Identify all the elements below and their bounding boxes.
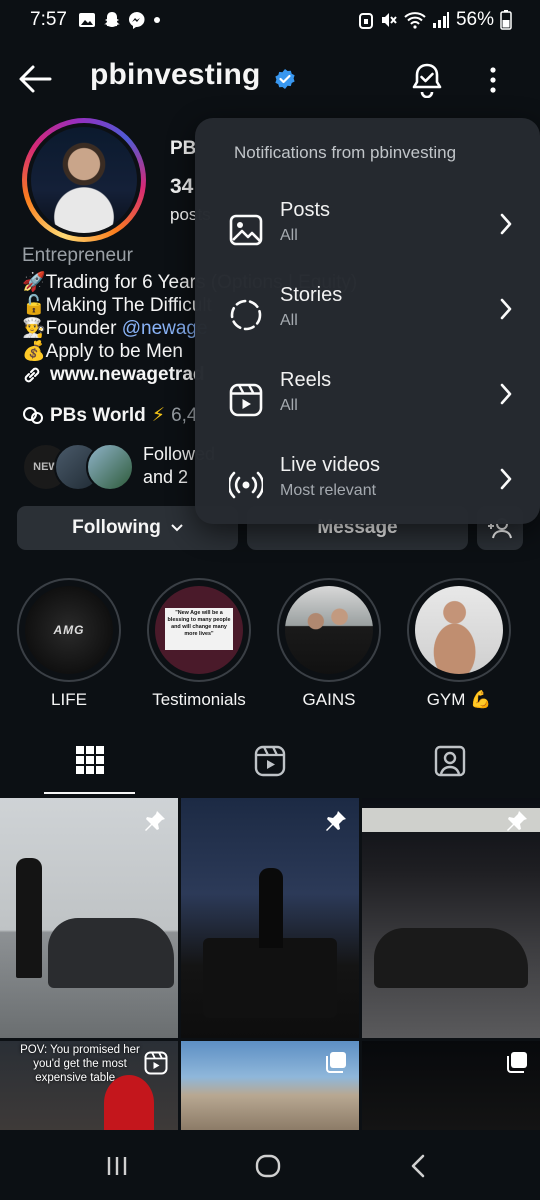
chevron-right-icon — [500, 468, 512, 490]
post-suv-shape — [203, 938, 337, 1018]
profile-display-name: PB — [170, 138, 197, 159]
pinned-icon — [507, 811, 527, 831]
rocket-emoji-icon: 🚀 — [22, 272, 46, 293]
bio-line-2: 🔓Making The Difficult — [22, 295, 212, 316]
snapchat-notification-icon — [104, 12, 120, 27]
menu-item-stories[interactable]: Stories All — [195, 278, 540, 358]
followed-by-line-2: and 2 — [143, 467, 189, 487]
back-arrow-icon[interactable] — [18, 64, 52, 94]
pinned-icon — [145, 811, 165, 831]
grid-post-6[interactable] — [362, 1041, 540, 1131]
system-navigation-bar — [0, 1130, 540, 1200]
highlight-label: GAINS — [302, 690, 356, 709]
chef-emoji-icon: 👨‍🍳 — [22, 318, 46, 339]
highlight-ring: "New Age will be a blessing to many peop… — [147, 578, 251, 682]
posts-count[interactable]: 34 — [170, 175, 193, 199]
notifications-menu: Notifications from pbinvesting Posts All… — [195, 118, 540, 524]
avatar-border — [27, 123, 141, 237]
highlight-testimonials[interactable]: "New Age will be a blessing to many peop… — [147, 578, 251, 710]
highlight-label: GYM 💪 — [426, 690, 492, 709]
home-icon[interactable] — [255, 1154, 281, 1178]
post-red-hoodie-shape — [104, 1075, 154, 1131]
profile-avatar[interactable] — [22, 118, 146, 242]
grid-tab-icon[interactable] — [76, 746, 104, 774]
bio-line-3: 👨‍🍳Founder @newage — [22, 318, 208, 339]
highlight-cover-amg: AMG — [25, 586, 113, 674]
followed-by-avatars[interactable]: NEW — [22, 443, 134, 491]
stories-dashed-circle-icon — [230, 299, 262, 331]
community-channel[interactable]: PBs World ⚡ 6,4 — [22, 404, 197, 427]
highlight-label: Testimonials — [152, 690, 246, 709]
reels-tab-icon[interactable] — [254, 745, 286, 777]
carousel-icon — [326, 1052, 346, 1073]
reels-icon — [229, 383, 263, 417]
chevron-right-icon — [500, 383, 512, 405]
wifi-icon — [404, 12, 426, 29]
highlight-label: LIFE — [51, 690, 87, 709]
highlight-ring: AMG — [17, 578, 121, 682]
profile-username: pbinvesting — [90, 58, 261, 91]
bio-line-4: 💰Apply to be Men — [22, 341, 183, 362]
pinned-icon — [326, 811, 346, 831]
post-car-shape — [48, 918, 174, 988]
link-icon — [24, 367, 40, 383]
lightning-emoji-icon: ⚡ — [151, 405, 166, 426]
menu-item-reels[interactable]: Reels All — [195, 363, 540, 443]
notification-bell-check-icon[interactable] — [410, 62, 444, 98]
grid-post-2[interactable] — [181, 798, 359, 1038]
status-bar: 7:57 56% — [0, 0, 540, 40]
post-person-shape — [259, 868, 283, 948]
lock-emoji-icon: 🔓 — [22, 295, 46, 316]
battery-icon — [500, 10, 512, 30]
chevron-right-icon — [500, 213, 512, 235]
chevron-right-icon — [500, 298, 512, 320]
highlight-gym[interactable]: GYM 💪 — [407, 578, 511, 710]
highlight-life[interactable]: AMG LIFE — [17, 578, 121, 710]
money-bag-emoji-icon: 💰 — [22, 341, 46, 362]
menu-title: Notifications from pbinvesting — [234, 143, 457, 162]
gallery-notification-icon — [79, 13, 95, 27]
dot-icon — [154, 17, 160, 23]
status-right: 56% — [358, 9, 512, 31]
profile-header: pbinvesting — [0, 40, 540, 120]
mute-icon — [381, 13, 397, 27]
battery-percent: 56% — [455, 9, 494, 30]
recent-apps-icon[interactable] — [106, 1156, 128, 1176]
highlight-gains[interactable]: GAINS — [277, 578, 381, 710]
highlight-cover-gym — [415, 586, 503, 674]
post-person-shape — [16, 858, 42, 978]
active-tab-indicator — [44, 792, 135, 794]
avatar-photo — [31, 127, 137, 233]
alarm-icon — [358, 13, 373, 29]
highlight-ring — [277, 578, 381, 682]
menu-item-live-videos[interactable]: Live videos Most relevant — [195, 448, 540, 528]
post-car-shape — [374, 928, 528, 988]
verified-badge-icon — [275, 69, 295, 89]
image-icon — [229, 214, 263, 246]
reel-icon — [144, 1051, 168, 1075]
signal-icon — [432, 12, 449, 28]
follower-avatar-3 — [86, 443, 134, 491]
grid-post-5[interactable] — [181, 1041, 359, 1131]
menu-item-posts[interactable]: Posts All — [195, 193, 540, 273]
grid-post-4-reel[interactable]: POV: You promised her you'd get the most… — [0, 1041, 178, 1131]
profile-website-link[interactable]: www.newagetrad — [22, 364, 205, 386]
highlight-ring — [407, 578, 511, 682]
profile-category: Entrepreneur — [22, 245, 133, 266]
highlight-cover-gains — [285, 586, 373, 674]
carousel-icon — [507, 1052, 527, 1073]
tagged-tab-icon[interactable] — [434, 745, 466, 777]
broadcast-channel-icon — [23, 406, 43, 424]
back-icon[interactable] — [410, 1154, 426, 1178]
messenger-notification-icon — [128, 11, 145, 29]
more-options-icon[interactable] — [488, 66, 498, 96]
status-notification-icons — [78, 11, 161, 29]
highlight-cover-testimonial: "New Age will be a blessing to many peop… — [155, 586, 243, 674]
status-time: 7:57 — [30, 9, 67, 30]
live-broadcast-icon — [229, 471, 263, 499]
grid-post-3[interactable] — [362, 798, 540, 1038]
grid-post-1[interactable] — [0, 798, 178, 1038]
chevron-down-icon — [171, 524, 183, 532]
